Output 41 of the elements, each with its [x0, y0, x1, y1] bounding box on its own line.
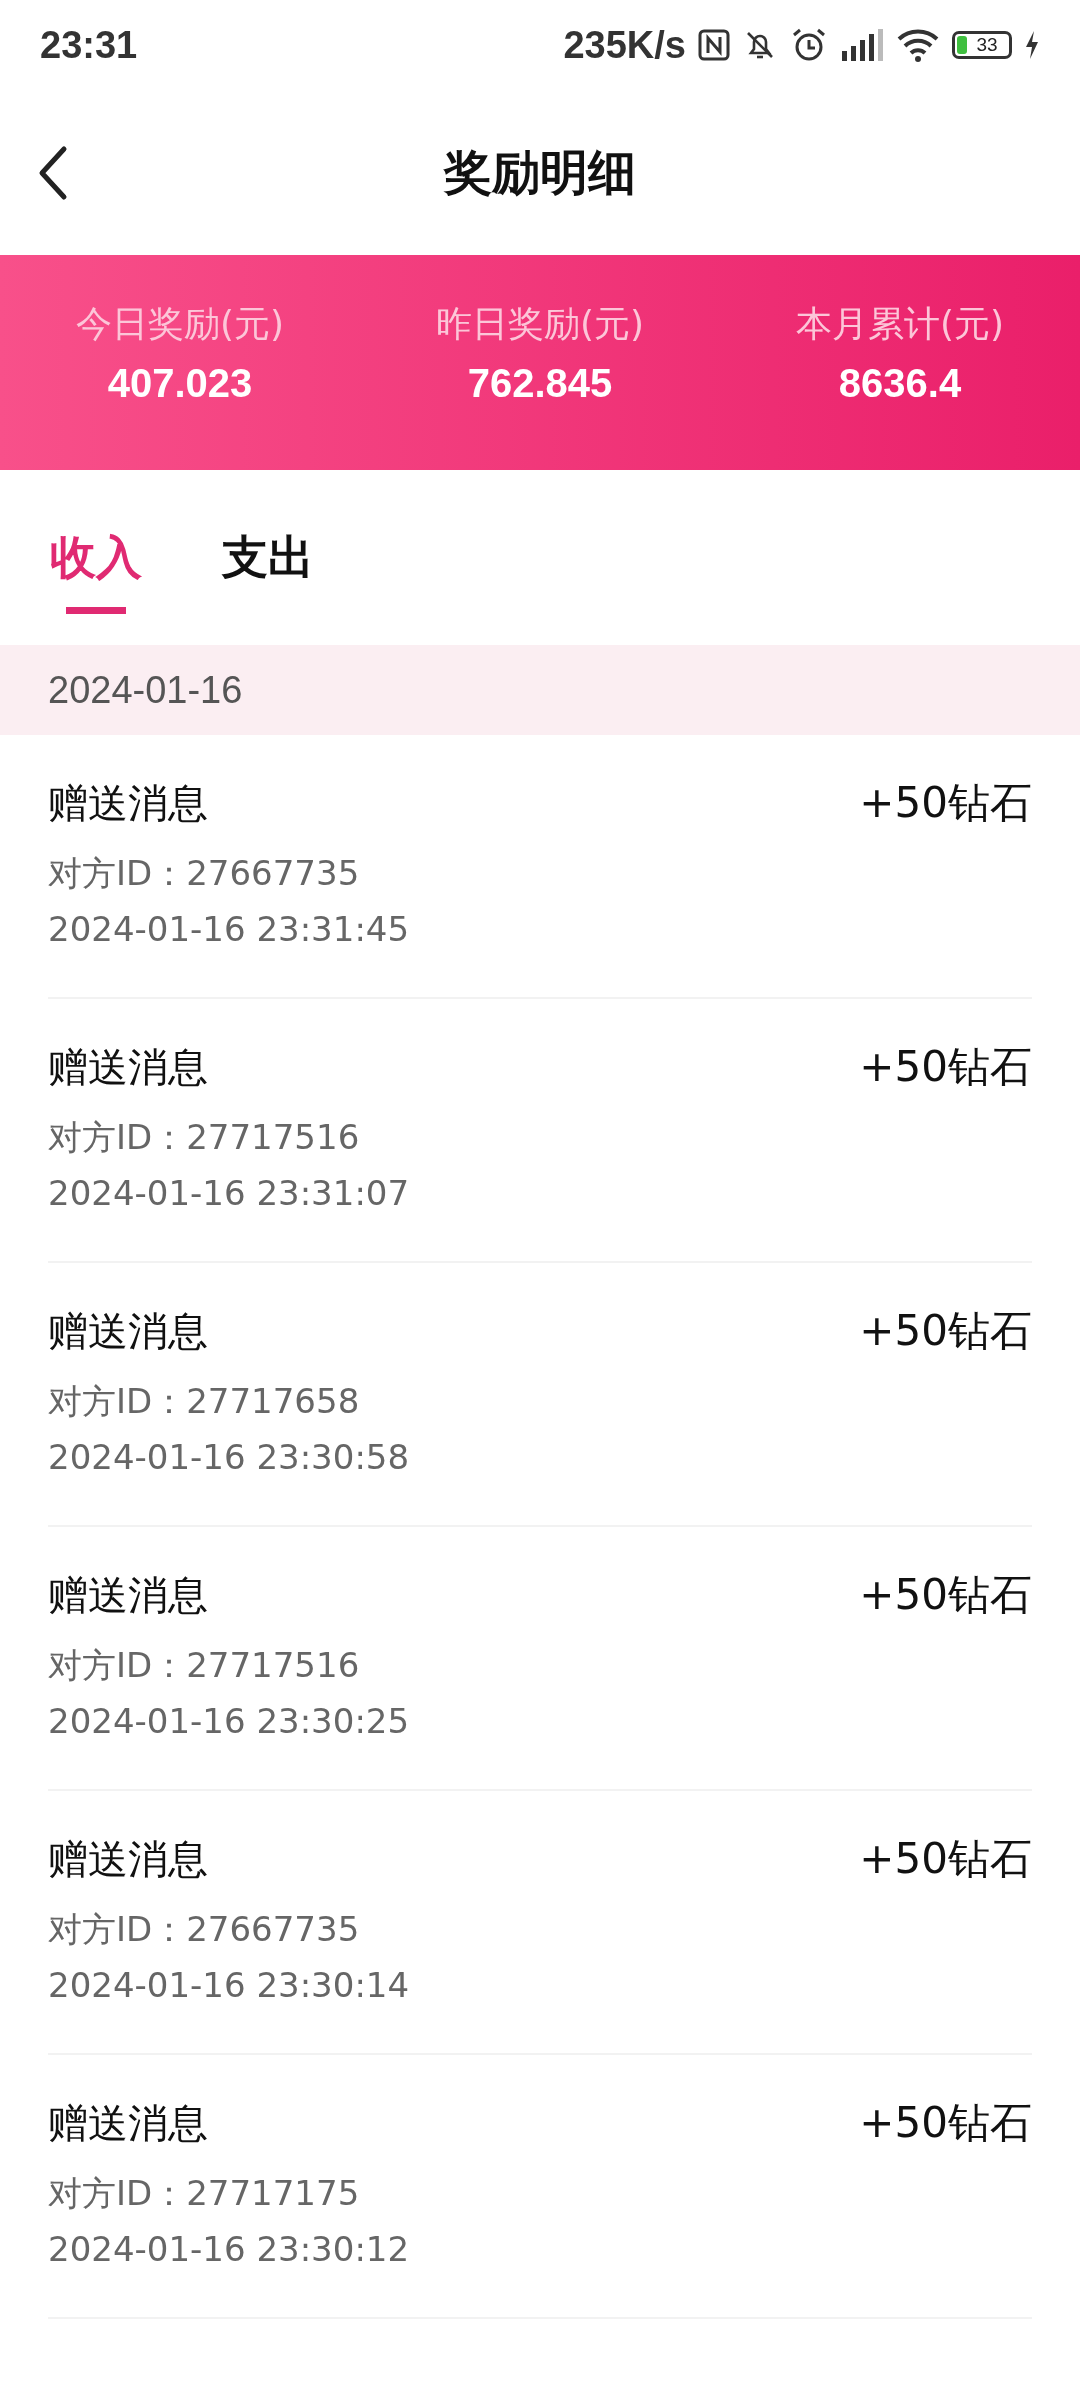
partner-id: 对方ID：27717175 [48, 2172, 361, 2215]
stat-value: 8636.4 [838, 361, 962, 406]
record-title: 赠送消息 [48, 2098, 208, 2148]
wifi-icon [896, 27, 940, 63]
record-title: 赠送消息 [48, 1834, 208, 1884]
partner-id: 对方ID：27717516 [48, 1116, 361, 1159]
record-amount: +50钻石 [859, 1041, 1032, 1093]
record-amount: +50钻石 [859, 1833, 1032, 1885]
record-time: 2024-01-16 23:31:07 [48, 1173, 411, 1213]
record-amount: +50钻石 [859, 1305, 1032, 1357]
record-amount: +50钻石 [859, 1569, 1032, 1621]
record-time: 2024-01-16 23:30:58 [48, 1437, 411, 1477]
tab[interactable]: 收入 [50, 526, 142, 614]
charging-icon [1024, 30, 1040, 60]
battery-icon: 33 [952, 31, 1012, 59]
partner-id: 对方ID：27717658 [48, 1380, 361, 1423]
stat-label: 今日奖励(元) [75, 302, 285, 346]
record-title: 赠送消息 [48, 1306, 208, 1356]
record-time: 2024-01-16 23:30:14 [48, 1965, 411, 2005]
page-title: 奖励明细 [444, 142, 636, 202]
record-time: 2024-01-16 23:31:45 [48, 909, 411, 949]
partner-id: 对方ID：27667735 [48, 1908, 361, 1951]
stat-label: 昨日奖励(元) [435, 302, 645, 346]
record-time: 2024-01-16 23:30:12 [48, 2229, 411, 2269]
status-time: 23:31 [40, 23, 138, 67]
date-header: 2024-01-16 [0, 645, 1080, 735]
tab[interactable]: 支出 [222, 526, 314, 589]
stat-value: 407.023 [107, 361, 253, 406]
network-speed: 235K/s [563, 23, 686, 67]
stat-label: 本月累计(元) [795, 302, 1005, 346]
record-title: 赠送消息 [48, 1042, 208, 1092]
record-title: 赠送消息 [48, 1570, 208, 1620]
record-time: 2024-01-16 23:30:25 [48, 1701, 411, 1741]
record-title: 赠送消息 [48, 778, 208, 828]
partner-id: 对方ID：27717516 [48, 1644, 361, 1687]
record-amount: +50钻石 [859, 777, 1032, 829]
signal-icon [840, 27, 884, 63]
partner-id: 对方ID：27667735 [48, 852, 361, 895]
nfc-icon [698, 29, 730, 61]
stat-value: 762.845 [467, 361, 613, 406]
record-amount: +50钻石 [859, 2097, 1032, 2149]
